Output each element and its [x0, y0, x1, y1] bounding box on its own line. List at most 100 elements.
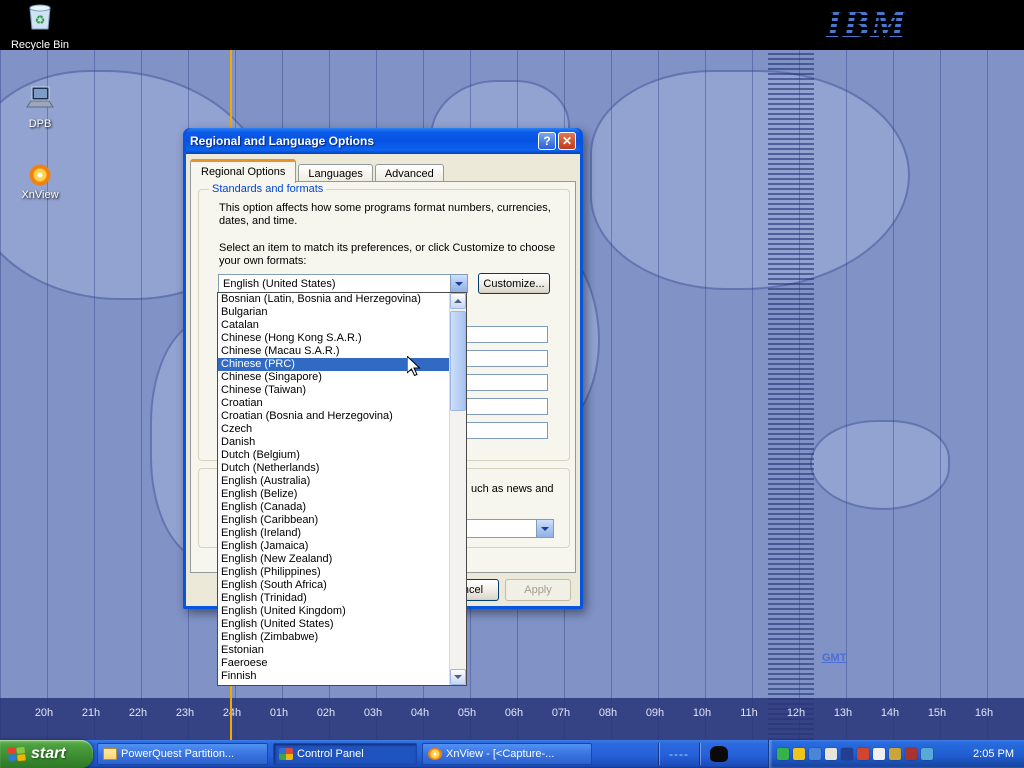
scroll-down-button[interactable] [450, 669, 466, 685]
tray-icon-9[interactable] [905, 748, 917, 760]
start-button[interactable]: start [0, 740, 93, 768]
language-option[interactable]: Czech [218, 423, 449, 436]
taskbar: start PowerQuest Partition... Control Pan… [0, 740, 1024, 768]
help-button[interactable]: ? [538, 132, 556, 150]
chevron-down-icon [455, 282, 463, 286]
language-option[interactable]: English (Philippines) [218, 566, 449, 579]
desktop: ♻ Recycle Bin IBM 20h21h22h23h24h01h02h0… [0, 0, 1024, 768]
tray-icon-1[interactable] [777, 748, 789, 760]
hour-label: 03h [355, 707, 391, 719]
xnview-icon [28, 163, 52, 187]
language-option[interactable]: Danish [218, 436, 449, 449]
folder-icon [103, 748, 117, 760]
hour-label: 15h [919, 707, 955, 719]
format-combobox[interactable]: English (United States) [218, 274, 468, 293]
language-option[interactable]: English (United Kingdom) [218, 605, 449, 618]
language-option[interactable]: Finnish [218, 670, 449, 683]
tray-icon-2[interactable] [793, 748, 805, 760]
laptop-icon [25, 85, 55, 111]
language-option[interactable]: English (New Zealand) [218, 553, 449, 566]
language-option[interactable]: English (Ireland) [218, 527, 449, 540]
location-text-fragment: uch as news and [471, 483, 554, 495]
apply-button[interactable]: Apply [505, 579, 571, 601]
desktop-icon-xnview[interactable]: XnView [8, 163, 72, 201]
task-label: Control Panel [297, 748, 364, 760]
hour-label: 21h [73, 707, 109, 719]
hour-label: 11h [731, 707, 767, 719]
hour-label: 14h [872, 707, 908, 719]
dateline-hatch [768, 50, 814, 740]
language-option[interactable]: English (Canada) [218, 501, 449, 514]
close-button[interactable]: ✕ [558, 132, 576, 150]
hour-label: 08h [590, 707, 626, 719]
tray-icon-4[interactable] [825, 748, 837, 760]
hour-label: 02h [308, 707, 344, 719]
language-option[interactable]: English (South Africa) [218, 579, 449, 592]
task-xnview[interactable]: XnView - [<Capture-... [422, 743, 592, 765]
language-option[interactable]: English (Zimbabwe) [218, 631, 449, 644]
combobox-dropdown-button[interactable] [450, 275, 467, 292]
language-list[interactable]: Bosnian (Latin, Bosnia and Herzegovina)B… [217, 292, 467, 686]
language-option[interactable]: Croatian [218, 397, 449, 410]
language-option[interactable]: Bosnian (Latin, Bosnia and Herzegovina) [218, 293, 449, 306]
language-option[interactable]: Faeroese [218, 657, 449, 670]
list-scrollbar[interactable] [449, 293, 466, 685]
tray-icon-3[interactable] [809, 748, 821, 760]
tray-icon-10[interactable] [921, 748, 933, 760]
language-option[interactable]: Dutch (Netherlands) [218, 462, 449, 475]
desktop-icon-dpb[interactable]: DPB [8, 85, 72, 130]
location-dropdown-button[interactable] [536, 520, 553, 537]
language-option[interactable]: Estonian [218, 644, 449, 657]
language-option[interactable]: English (Belize) [218, 488, 449, 501]
hour-label: 24h [214, 707, 250, 719]
hour-label: 09h [637, 707, 673, 719]
timezone-hour-band: 20h21h22h23h24h01h02h03h04h05h06h07h08h0… [0, 698, 1024, 740]
language-option[interactable]: Bulgarian [218, 306, 449, 319]
taskbar-separator [658, 743, 659, 765]
task-powerquest-partition[interactable]: PowerQuest Partition... [97, 743, 268, 765]
select-hint: Select an item to match its preferences,… [219, 242, 555, 254]
language-option[interactable]: Chinese (Taiwan) [218, 384, 449, 397]
dialog-titlebar[interactable]: Regional and Language Options ? ✕ [186, 128, 580, 154]
hour-label: 16h [966, 707, 1002, 719]
scroll-up-button[interactable] [450, 293, 466, 309]
language-option[interactable]: English (Australia) [218, 475, 449, 488]
hour-label: 13h [825, 707, 861, 719]
dpb-label: DPB [8, 118, 72, 130]
hour-label: 06h [496, 707, 532, 719]
deskband-icon[interactable] [710, 746, 728, 762]
taskbar-clock[interactable]: 2:05 PM [973, 748, 1024, 760]
mouse-cursor [407, 356, 421, 377]
task-control-panel[interactable]: Control Panel [273, 743, 417, 765]
tray-icon-7[interactable] [873, 748, 885, 760]
start-label: start [31, 745, 66, 763]
standards-group-title: Standards and formats [209, 183, 326, 195]
hour-label: 05h [449, 707, 485, 719]
windows-flag-icon [8, 746, 26, 762]
tray-icon-5[interactable] [841, 748, 853, 760]
scrollbar-thumb[interactable] [450, 311, 466, 411]
tab-regional-options[interactable]: Regional Options [190, 159, 296, 183]
hour-label: 04h [402, 707, 438, 719]
language-option[interactable]: Croatian (Bosnia and Herzegovina) [218, 410, 449, 423]
language-option[interactable]: Chinese (Hong Kong S.A.R.) [218, 332, 449, 345]
hour-label: 12h [778, 707, 814, 719]
language-option[interactable]: English (United States) [218, 618, 449, 631]
language-option[interactable]: English (Caribbean) [218, 514, 449, 527]
chevron-down-icon [541, 527, 549, 531]
system-tray: 2:05 PM [768, 740, 1024, 768]
customize-button[interactable]: Customize... [478, 273, 550, 294]
language-option[interactable]: English (Jamaica) [218, 540, 449, 553]
language-option[interactable]: English (Trinidad) [218, 592, 449, 605]
tray-icon-6[interactable] [857, 748, 869, 760]
desktop-icon-recycle-bin[interactable]: ♻ Recycle Bin [8, 2, 72, 51]
language-option[interactable]: Dutch (Belgium) [218, 449, 449, 462]
taskbar-separator [699, 743, 700, 765]
language-option[interactable]: Catalan [218, 319, 449, 332]
task-label: XnView - [<Capture-... [446, 748, 554, 760]
tray-icon-8[interactable] [889, 748, 901, 760]
hour-label: 07h [543, 707, 579, 719]
arrow-up-icon [454, 299, 462, 303]
xnview-icon [428, 748, 442, 760]
standards-description-2: dates, and time. [219, 215, 297, 227]
